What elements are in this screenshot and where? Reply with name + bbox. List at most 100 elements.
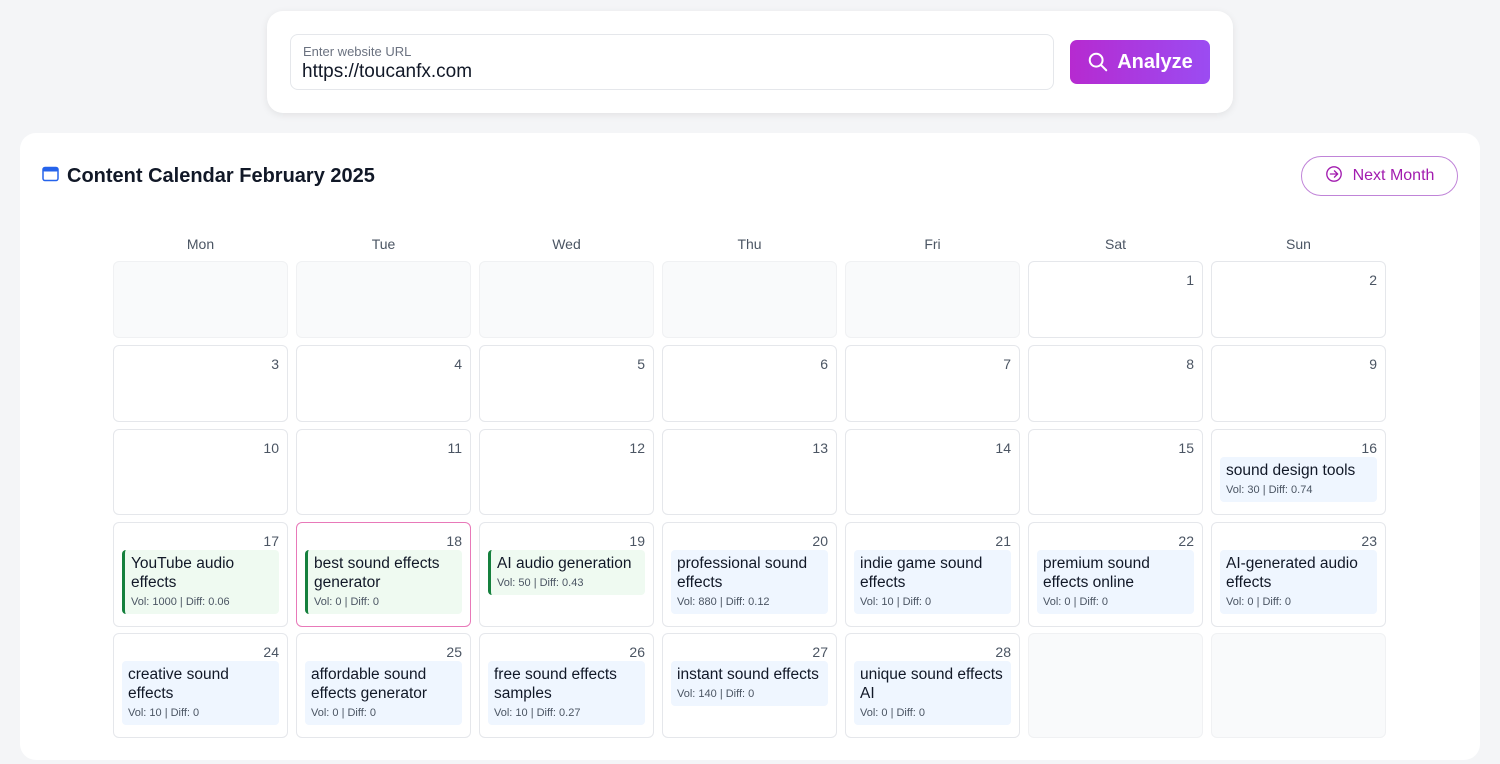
calendar-day-21[interactable]: 21 indie game sound effects Vol: 10 | Diff… [845, 522, 1020, 627]
keyword-metrics: Vol: 0 | Diff: 0 [1043, 596, 1109, 608]
day-number: 23 [1361, 533, 1377, 549]
day-number: 14 [995, 440, 1011, 456]
calendar-day-18[interactable]: 18 best sound effects generator Vol: 0 | D… [296, 522, 471, 627]
keyword-metrics: Vol: 0 | Diff: 0 [314, 596, 380, 608]
url-input[interactable] [302, 60, 1042, 84]
keyword-text: sound design tools [1226, 462, 1356, 479]
calendar-day-23[interactable]: 23 AI-generated audio effects Vol: 0 | Dif… [1211, 522, 1386, 627]
day-number: 22 [1178, 533, 1194, 549]
calendar-day-24[interactable]: 24 creative sound effects Vol: 10 | Diff: … [113, 633, 288, 738]
keyword-entry[interactable]: unique sound effects AI Vol: 0 | Diff: 0 [854, 661, 1011, 725]
next-month-button[interactable]: Next Month [1301, 156, 1458, 196]
day-number: 5 [637, 356, 645, 372]
day-number: 18 [446, 533, 462, 549]
content-calendar: Content Calendar February 2025 Next Mont… [20, 133, 1480, 760]
day-number: 16 [1361, 440, 1377, 456]
calendar-empty-cell [1028, 633, 1203, 738]
keyword-entry[interactable]: AI audio generation Vol: 50 | Diff: 0.43 [488, 550, 645, 595]
day-number: 2 [1369, 272, 1377, 288]
day-number: 8 [1186, 356, 1194, 372]
search-icon [1087, 51, 1109, 73]
keyword-entry[interactable]: best sound effects generator Vol: 0 | Dif… [305, 550, 462, 614]
keyword-text: instant sound effects [677, 666, 819, 683]
calendar-day-8[interactable]: 8 [1028, 345, 1203, 422]
keyword-entry[interactable]: premium sound effects online Vol: 0 | Dif… [1037, 550, 1194, 614]
keyword-text: premium sound effects online [1043, 555, 1150, 591]
day-number: 19 [629, 533, 645, 549]
calendar-day-19[interactable]: 19 AI audio generation Vol: 50 | Diff: 0.4… [479, 522, 654, 627]
calendar-day-13[interactable]: 13 [662, 429, 837, 515]
calendar-empty-cell [296, 261, 471, 338]
day-number: 24 [263, 644, 279, 660]
keyword-entry[interactable]: free sound effects samples Vol: 10 | Diff… [488, 661, 645, 725]
keyword-entry[interactable]: AI-generated audio effects Vol: 0 | Diff:… [1220, 550, 1377, 614]
calendar-day-20[interactable]: 20 professional sound effects Vol: 880 | D… [662, 522, 837, 627]
calendar-empty-cell [845, 261, 1020, 338]
day-number: 25 [446, 644, 462, 660]
day-number: 27 [812, 644, 828, 660]
keyword-entry[interactable]: YouTube audio effects Vol: 1000 | Diff: 0… [122, 550, 279, 614]
keyword-text: free sound effects samples [494, 666, 617, 702]
keyword-metrics: Vol: 0 | Diff: 0 [311, 707, 377, 719]
keyword-entry[interactable]: sound design tools Vol: 30 | Diff: 0.74 [1220, 457, 1377, 502]
calendar-day-2[interactable]: 2 [1211, 261, 1386, 338]
keyword-entry[interactable]: indie game sound effects Vol: 10 | Diff: … [854, 550, 1011, 614]
keyword-metrics: Vol: 880 | Diff: 0.12 [677, 596, 770, 608]
keyword-metrics: Vol: 1000 | Diff: 0.06 [131, 596, 230, 608]
day-number: 21 [995, 533, 1011, 549]
calendar-day-28[interactable]: 28 unique sound effects AI Vol: 0 | Diff: … [845, 633, 1020, 738]
calendar-day-25[interactable]: 25 affordable sound effects generator Vol:… [296, 633, 471, 738]
analyze-button[interactable]: Analyze [1070, 40, 1210, 84]
calendar-day-1[interactable]: 1 [1028, 261, 1203, 338]
keyword-entry[interactable]: professional sound effects Vol: 880 | Dif… [671, 550, 828, 614]
calendar-day-3[interactable]: 3 [113, 345, 288, 422]
calendar-day-27[interactable]: 27 instant sound effects Vol: 140 | Diff: … [662, 633, 837, 738]
calendar-title: Content Calendar February 2025 [67, 165, 375, 187]
calendar-day-10[interactable]: 10 [113, 429, 288, 515]
calendar-icon [42, 166, 59, 187]
calendar-day-12[interactable]: 12 [479, 429, 654, 515]
keyword-entry[interactable]: affordable sound effects generator Vol: 0… [305, 661, 462, 725]
keyword-text: affordable sound effects generator [311, 666, 428, 702]
calendar-day-9[interactable]: 9 [1211, 345, 1386, 422]
calendar-day-11[interactable]: 11 [296, 429, 471, 515]
url-field[interactable]: Enter website URL [290, 34, 1054, 90]
calendar-day-14[interactable]: 14 [845, 429, 1020, 515]
keyword-metrics: Vol: 50 | Diff: 0.43 [497, 577, 584, 589]
calendar-day-16[interactable]: 16 sound design tools Vol: 30 | Diff: 0.74 [1211, 429, 1386, 515]
calendar-empty-cell [662, 261, 837, 338]
calendar-day-7[interactable]: 7 [845, 345, 1020, 422]
day-number: 15 [1178, 440, 1194, 456]
day-number: 4 [454, 356, 462, 372]
calendar-day-22[interactable]: 22 premium sound effects online Vol: 0 | D… [1028, 522, 1203, 627]
calendar-day-6[interactable]: 6 [662, 345, 837, 422]
next-month-label: Next Month [1352, 167, 1435, 184]
calendar-day-17[interactable]: 17 YouTube audio effects Vol: 1000 | Diff:… [113, 522, 288, 627]
keyword-entry[interactable]: creative sound effects Vol: 10 | Diff: 0 [122, 661, 279, 725]
day-number: 12 [629, 440, 645, 456]
calendar-header: Content Calendar February 2025 [42, 165, 375, 188]
day-number: 10 [263, 440, 279, 456]
weekday-label: Fri [924, 236, 941, 252]
keyword-text: professional sound effects [677, 555, 808, 591]
keyword-metrics: Vol: 10 | Diff: 0 [860, 596, 932, 608]
keyword-text: unique sound effects AI [860, 666, 1003, 702]
calendar-day-15[interactable]: 15 [1028, 429, 1203, 515]
calendar-day-26[interactable]: 26 free sound effects samples Vol: 10 | Di… [479, 633, 654, 738]
keyword-text: best sound effects generator [314, 555, 440, 591]
calendar-day-5[interactable]: 5 [479, 345, 654, 422]
day-number: 7 [1003, 356, 1011, 372]
keyword-text: AI audio generation [497, 555, 632, 572]
keyword-metrics: Vol: 30 | Diff: 0.74 [1226, 484, 1313, 496]
calendar-day-4[interactable]: 4 [296, 345, 471, 422]
day-number: 3 [271, 356, 279, 372]
arrow-right-circle-icon [1325, 165, 1343, 188]
weekday-label: Thu [737, 236, 762, 252]
calendar-empty-cell [1211, 633, 1386, 738]
keyword-text: creative sound effects [128, 666, 229, 702]
day-number: 20 [812, 533, 828, 549]
day-number: 9 [1369, 356, 1377, 372]
keyword-metrics: Vol: 0 | Diff: 0 [1226, 596, 1292, 608]
day-number: 11 [447, 440, 462, 456]
keyword-entry[interactable]: instant sound effects Vol: 140 | Diff: 0 [671, 661, 828, 706]
